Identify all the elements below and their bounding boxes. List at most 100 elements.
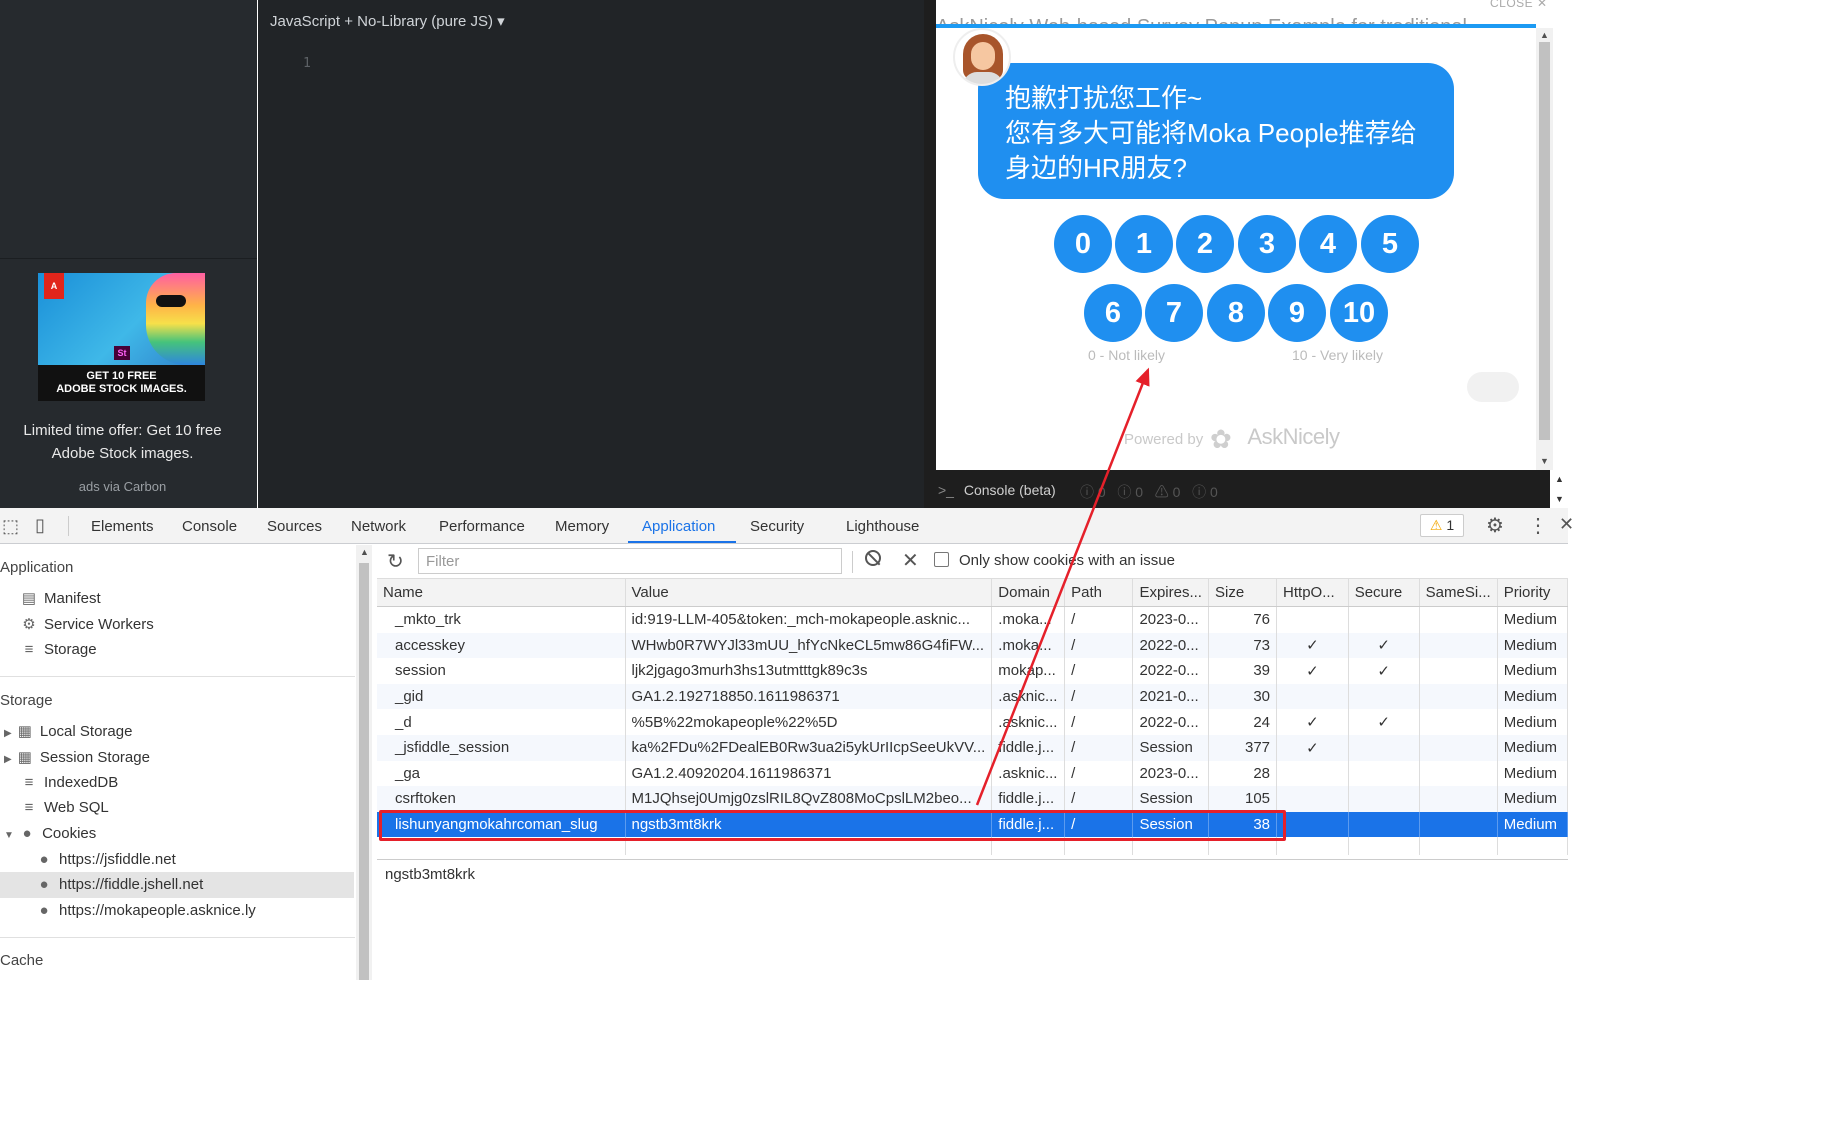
score-button-6[interactable]: 6 xyxy=(1084,284,1142,342)
cookie-cell-name[interactable]: _gid xyxy=(377,683,626,710)
sidebar-scrollbar[interactable]: ▲ xyxy=(356,545,372,980)
cookie-cell-domain[interactable]: mokap... xyxy=(991,658,1066,684)
scroll-up-icon[interactable]: ▲ xyxy=(360,547,369,557)
sidebar-item-web-sql[interactable]: ≡ Web SQL xyxy=(20,799,109,816)
cookie-cell-value[interactable]: M1JQhsej0Umjg0zslRIL8QvZ808MoCpslLM2beo.… xyxy=(625,786,993,812)
ads-via-carbon-link[interactable]: ads via Carbon xyxy=(0,479,245,494)
expand-arrow-icon[interactable]: ▶ xyxy=(4,754,12,765)
cookie-cell-domain[interactable]: .asknic... xyxy=(991,760,1066,787)
cookie-cell-priority[interactable]: Medium xyxy=(1497,811,1569,838)
cookie-cell-value[interactable]: id:919-LLM-405&token:_mch-mokapeople.ask… xyxy=(625,606,993,633)
tab-lighthouse[interactable]: Lighthouse xyxy=(846,518,919,535)
cookie-cell-path[interactable]: / xyxy=(1064,734,1134,761)
cookie-cell-httpo[interactable]: ✓ xyxy=(1276,658,1349,684)
cookie-cell-httpo[interactable] xyxy=(1276,786,1349,812)
more-options-icon[interactable]: ⋮ xyxy=(1528,513,1548,538)
tab-elements[interactable]: Elements xyxy=(91,518,154,535)
cookie-cell-path[interactable]: / xyxy=(1064,709,1134,735)
cookie-cell-expires[interactable]: 2021-0... xyxy=(1132,683,1209,710)
cookie-cell-priority[interactable]: Medium xyxy=(1497,709,1569,735)
cookie-cell-secure[interactable]: ✓ xyxy=(1348,632,1420,659)
cookie-cell-httpo[interactable]: ✓ xyxy=(1276,709,1349,735)
cookie-cell-expires[interactable]: 2022-0... xyxy=(1132,709,1209,735)
clear-all-cookies-icon[interactable] xyxy=(865,550,881,566)
cookie-cell-samesi[interactable] xyxy=(1419,632,1498,659)
score-button-9[interactable]: 9 xyxy=(1268,284,1326,342)
cookie-cell-secure[interactable] xyxy=(1348,811,1420,838)
powered-by[interactable]: Powered by ✿ AskNicely xyxy=(1124,424,1340,454)
language-select[interactable]: JavaScript + No-Library (pure JS) ▾ xyxy=(270,12,505,30)
ad-image[interactable]: A St GET 10 FREE ADOBE STOCK IMAGES. xyxy=(38,273,205,401)
only-issues-checkbox[interactable] xyxy=(934,552,949,567)
sidebar-item-cookie-origin[interactable]: ● https://jsfiddle.net xyxy=(35,851,175,868)
cookie-cell-httpo[interactable] xyxy=(1276,606,1349,633)
cookie-cell-samesi[interactable] xyxy=(1419,658,1498,684)
tab-console[interactable]: Console xyxy=(182,518,237,535)
score-button-5[interactable]: 5 xyxy=(1361,215,1419,273)
cookie-cell-domain[interactable]: fiddle.j... xyxy=(991,734,1066,761)
cookie-cell-expires[interactable]: 2023-0... xyxy=(1132,606,1209,633)
cookie-cell-secure[interactable] xyxy=(1348,734,1420,761)
cookie-cell-path[interactable]: / xyxy=(1064,786,1134,812)
cookie-cell-name[interactable]: accesskey xyxy=(377,632,626,659)
feedback-pill[interactable] xyxy=(1467,372,1519,402)
table-row[interactable]: _gid GA1.2.192718850.1611986371 .asknic...… xyxy=(377,683,1569,710)
sidebar-item-service-workers[interactable]: ⚙ Service Workers xyxy=(20,615,153,633)
cookie-cell-secure[interactable] xyxy=(1348,786,1420,812)
tab-application[interactable]: Application xyxy=(642,518,715,535)
cookie-cell-name[interactable]: _mkto_trk xyxy=(377,606,626,633)
column-header[interactable]: SameSi... xyxy=(1419,579,1498,607)
sidebar-item-session-storage[interactable]: ▶ ▦ Session Storage xyxy=(4,748,150,766)
cookie-cell-samesi[interactable] xyxy=(1419,760,1498,787)
scroll-down-icon[interactable]: ▼ xyxy=(1540,456,1549,466)
scrollbar-thumb[interactable] xyxy=(1539,42,1550,440)
cookie-cell-domain[interactable]: fiddle.j... xyxy=(991,786,1066,812)
cookie-cell-name[interactable]: _ga xyxy=(377,760,626,787)
tab-security[interactable]: Security xyxy=(750,518,804,535)
sidebar-item-storage[interactable]: ≡ Storage xyxy=(20,641,97,658)
cookie-cell-value[interactable]: GA1.2.40920204.1611986371 xyxy=(625,760,993,787)
cookie-cell-expires[interactable]: Session xyxy=(1132,786,1209,812)
table-row[interactable]: _jsfiddle_session ka%2FDu%2FDealEB0Rw3ua2… xyxy=(377,734,1569,761)
tab-performance[interactable]: Performance xyxy=(439,518,525,535)
column-header[interactable]: Priority xyxy=(1497,579,1569,607)
score-button-8[interactable]: 8 xyxy=(1207,284,1265,342)
cookie-cell-path[interactable]: / xyxy=(1064,760,1134,787)
cookie-cell-priority[interactable]: Medium xyxy=(1497,734,1569,761)
console-tab[interactable]: >_ Console (beta) xyxy=(938,482,1056,498)
collapse-arrow-icon[interactable]: ▼ xyxy=(4,830,14,841)
score-button-7[interactable]: 7 xyxy=(1145,284,1203,342)
cookie-cell-priority[interactable]: Medium xyxy=(1497,786,1569,812)
scroll-down-icon[interactable]: ▼ xyxy=(1555,494,1564,504)
cookie-cell-httpo[interactable] xyxy=(1276,683,1349,710)
cookie-cell-value[interactable]: %5B%22mokapeople%22%5D xyxy=(625,709,993,735)
cookie-cell-samesi[interactable] xyxy=(1419,709,1498,735)
console-bar[interactable]: >_ Console (beta) ⓘ 0 ⓘ 0 ⚠ 0 ⓘ 0 ▲ ▼ xyxy=(924,470,1568,508)
score-button-4[interactable]: 4 xyxy=(1299,215,1357,273)
cookie-cell-httpo[interactable] xyxy=(1276,811,1349,838)
ad-text[interactable]: Limited time offer: Get 10 free Adobe St… xyxy=(0,419,245,465)
cookie-cell-httpo[interactable]: ✓ xyxy=(1276,632,1349,659)
cookie-cell-priority[interactable]: Medium xyxy=(1497,658,1569,684)
tab-sources[interactable]: Sources xyxy=(267,518,322,535)
cookie-cell-priority[interactable]: Medium xyxy=(1497,760,1569,787)
cookie-cell-domain[interactable]: .asknic... xyxy=(991,683,1066,710)
score-button-10[interactable]: 10 xyxy=(1330,284,1388,342)
cookie-cell-size[interactable]: 39 xyxy=(1208,658,1278,684)
cookie-cell-domain[interactable]: .moka... xyxy=(991,606,1066,633)
cookie-cell-value[interactable]: ka%2FDu%2FDealEB0Rw3ua2i5ykUrIIcpSeeUkVV… xyxy=(625,734,993,761)
cookie-cell-domain[interactable]: .asknic... xyxy=(991,709,1066,735)
score-button-1[interactable]: 1 xyxy=(1115,215,1173,273)
sidebar-item-cookies[interactable]: ▼ ● Cookies xyxy=(4,825,96,842)
cookie-cell-priority[interactable]: Medium xyxy=(1497,632,1569,659)
cookie-cell-name[interactable]: _jsfiddle_session xyxy=(377,734,626,761)
column-header[interactable]: Size xyxy=(1208,579,1278,607)
cookie-cell-httpo[interactable] xyxy=(1276,760,1349,787)
cookie-cell-size[interactable]: 73 xyxy=(1208,632,1278,659)
column-header[interactable]: Value xyxy=(625,579,993,607)
cookie-cell-value[interactable]: GA1.2.192718850.1611986371 xyxy=(625,683,993,710)
cookie-cell-httpo[interactable]: ✓ xyxy=(1276,734,1349,761)
score-button-0[interactable]: 0 xyxy=(1054,215,1112,273)
cookie-cell-secure[interactable] xyxy=(1348,760,1420,787)
cookie-cell-samesi[interactable] xyxy=(1419,734,1498,761)
